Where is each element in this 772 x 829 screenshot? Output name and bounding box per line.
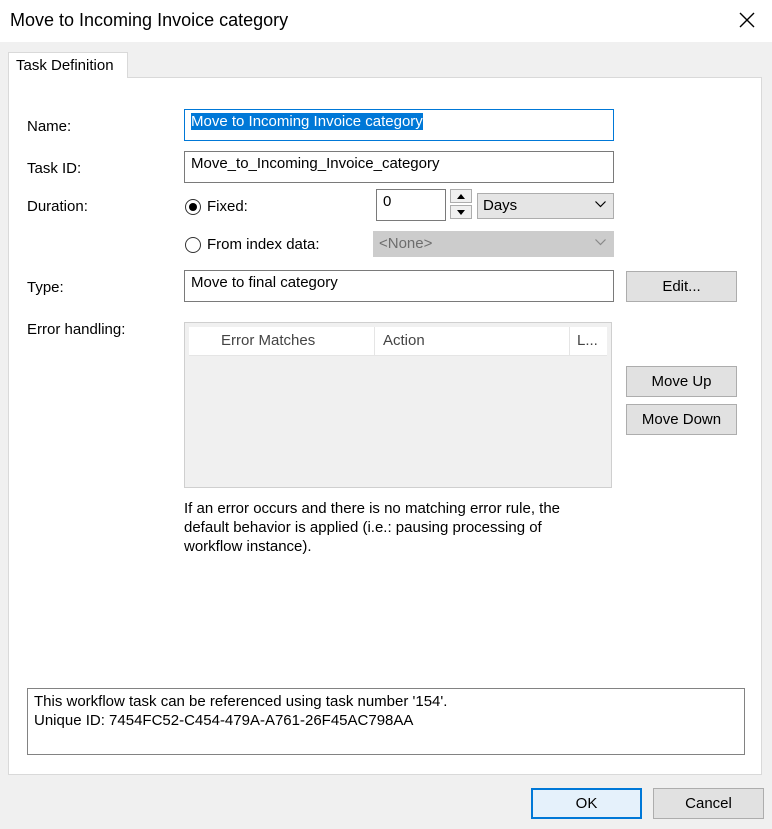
column-header-l[interactable]: L... [570, 327, 607, 355]
move-up-button[interactable]: Move Up [626, 366, 737, 397]
spin-up-button[interactable] [450, 189, 472, 203]
duration-label: Duration: [27, 198, 88, 215]
task-info-box: This workflow task can be referenced usi… [27, 688, 745, 755]
name-label: Name: [27, 118, 72, 135]
close-icon [739, 12, 755, 28]
table-header: Error Matches Action L... [189, 327, 607, 356]
error-rules-table[interactable]: Error Matches Action L... [184, 322, 612, 488]
duration-unit-value: Days [483, 197, 518, 214]
spin-down-button[interactable] [450, 205, 472, 219]
chevron-down-icon [595, 201, 606, 208]
type-field[interactable]: Move to final category [184, 270, 614, 302]
close-button[interactable] [730, 4, 764, 36]
window-title: Move to Incoming Invoice category [10, 10, 289, 30]
fixed-duration-input[interactable]: 0 [376, 189, 446, 221]
task-number-text: This workflow task can be referenced usi… [34, 693, 448, 710]
duration-unit-select[interactable]: Days [477, 193, 614, 219]
move-down-button[interactable]: Move Down [626, 404, 737, 435]
error-help-text: If an error occurs and there is no match… [184, 500, 561, 555]
fixed-label: Fixed: [207, 198, 248, 215]
spin-down-icon [457, 209, 465, 215]
from-index-radio[interactable] [185, 237, 201, 253]
radio-selected-dot [189, 203, 197, 211]
name-field[interactable]: Move to Incoming Invoice category [184, 109, 614, 141]
tab-task-definition[interactable]: Task Definition [8, 52, 128, 78]
column-header-action[interactable]: Action [375, 327, 570, 355]
fixed-radio[interactable] [185, 199, 201, 215]
chevron-down-icon [595, 239, 606, 246]
unique-id-text: Unique ID: 7454FC52-C454-479A-A761-26F45… [34, 712, 414, 729]
task-id-field[interactable]: Move_to_Incoming_Invoice_category [184, 151, 614, 183]
ok-button[interactable]: OK [531, 788, 642, 819]
error-handling-label: Error handling: [27, 321, 126, 338]
from-index-label: From index data: [207, 236, 320, 253]
name-field-value: Move to Incoming Invoice category [191, 113, 423, 130]
task-id-label: Task ID: [27, 160, 82, 177]
column-header-error-matches[interactable]: Error Matches [189, 327, 375, 355]
edit-button[interactable]: Edit... [626, 271, 737, 302]
type-label: Type: [27, 279, 64, 296]
index-data-value: <None> [379, 235, 433, 252]
spin-up-icon [457, 193, 465, 199]
title-bar: Move to Incoming Invoice category [0, 0, 772, 42]
cancel-button[interactable]: Cancel [653, 788, 764, 819]
index-data-select[interactable]: <None> [373, 231, 614, 257]
